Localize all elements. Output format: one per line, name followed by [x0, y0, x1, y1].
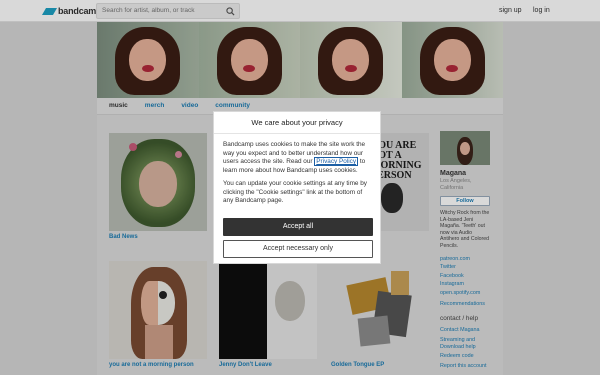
privacy-dialog: We care about your privacy Bandcamp uses…: [213, 111, 381, 264]
dialog-paragraph: Bandcamp uses cookies to make the site w…: [223, 141, 373, 175]
accept-necessary-button[interactable]: Accept necessary only: [223, 240, 373, 258]
accept-all-button[interactable]: Accept all: [223, 218, 373, 236]
dialog-title: We care about your privacy: [214, 112, 380, 134]
dialog-paragraph: You can update your cookie settings at a…: [223, 180, 367, 204]
dialog-body: Bandcamp uses cookies to make the site w…: [223, 141, 373, 211]
privacy-policy-link[interactable]: Privacy Policy: [314, 157, 359, 166]
